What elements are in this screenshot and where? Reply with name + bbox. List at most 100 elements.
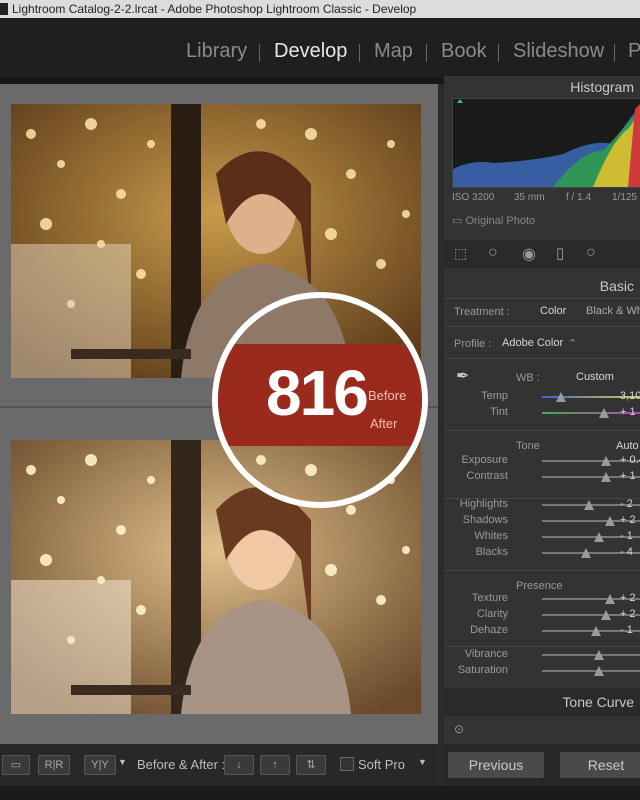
tone-curve-header[interactable]: Tone Curve [444,688,640,716]
slider-label-exposure: Exposure [461,454,508,466]
focal-length-readout: 35 mm [514,192,545,203]
slider-knob[interactable] [604,594,615,604]
slider-value-dehaze[interactable]: - 1 [620,624,633,636]
swap-before-after-button[interactable]: ⇅ [296,755,326,775]
module-picker: Library Develop Map Book Slideshow P [0,18,640,78]
original-photo-label: Original Photo [465,215,536,227]
module-book[interactable]: Book [441,40,487,63]
slider-label-blacks: Blacks [475,546,508,558]
slider-value-exposure[interactable]: + 0.4 [620,454,640,466]
viewer-toolbar: ▭ R|R Y|Y ▼ Before & After : ↓ ↑ ⇅ Soft … [0,744,438,786]
radial-filter-icon[interactable]: ○ [586,244,596,262]
previous-button[interactable]: Previous [448,752,544,778]
module-separator [426,44,427,62]
slider-label-temp: Temp [481,390,508,402]
slider-label-contrast: Contrast [466,470,508,482]
copy-after-to-before-button[interactable]: ↑ [260,755,290,775]
slider-knob[interactable] [601,610,612,620]
chevron-down-icon[interactable]: ▼ [418,757,427,767]
separator [444,646,640,647]
arrow-down-icon: ↓ [236,759,242,771]
treatment-color-option[interactable]: Color [540,305,566,317]
tool-strip: ⬚ ○ ◉ ▯ ○ [444,240,640,268]
slider-value-whites[interactable]: - 1 [620,530,633,542]
episode-number-badge: 816 Before After [212,292,428,508]
module-separator [498,44,499,62]
histogram [452,98,640,188]
auto-tone-button[interactable]: Auto [616,440,639,452]
graduated-filter-icon[interactable]: ▯ [556,244,564,262]
module-separator [614,44,615,62]
swap-icon: ⇅ [306,759,316,771]
slider-label-highlights: Highlights [459,498,508,510]
copy-before-to-after-button[interactable]: ↓ [224,755,254,775]
slider-value-blacks[interactable]: - 4 [620,546,633,558]
separator [444,298,640,299]
chevron-updown-icon[interactable]: ⌃ [568,337,577,350]
module-separator [259,44,260,62]
soft-proofing-checkbox[interactable] [340,757,354,771]
module-develop[interactable]: Develop [274,40,347,63]
slider-vibrance[interactable] [542,650,640,660]
slider-knob[interactable] [601,456,612,466]
slider-value-temp[interactable]: 3,10 [620,390,640,402]
separator [444,430,640,431]
shutter-readout: 1/125 [612,192,638,203]
treatment-bw-option[interactable]: Black & White [586,305,640,317]
target-adjust-icon[interactable]: ⊙ [454,722,464,736]
filmstrip-toggle-strip[interactable] [0,786,640,800]
reset-button[interactable]: Reset [560,752,640,778]
iso-readout: ISO 3200 [452,192,495,203]
slider-value-highlights[interactable]: - 2 [620,498,633,510]
slider-knob[interactable] [601,472,612,482]
separator [444,358,640,359]
slider-value-shadows[interactable]: + 2 [620,514,636,526]
slider-knob[interactable] [583,500,594,510]
aperture-readout: f / 1.4 [566,192,592,203]
crop-icon[interactable]: ⬚ [454,245,467,262]
original-photo-toggle[interactable]: ▭ Original Photo [452,214,535,227]
slider-label-saturation: Saturation [457,664,508,676]
before-label: Before [368,388,407,403]
slider-knob[interactable] [594,666,605,676]
treatment-label: Treatment : [454,306,510,318]
histogram-title[interactable]: Histogram [570,79,634,95]
slider-saturation[interactable] [542,666,640,676]
tone-curve-title: Tone Curve [562,694,634,710]
slider-label-clarity: Clarity [476,608,508,620]
module-map[interactable]: Map [374,40,413,63]
slider-knob[interactable] [599,408,610,418]
profile-dropdown[interactable]: Adobe Color [502,337,563,349]
separator [444,570,640,571]
wb-dropdown[interactable]: Custom [576,371,614,383]
slider-knob[interactable] [594,650,605,660]
module-separator [359,44,360,62]
spot-removal-icon[interactable]: ○ [488,244,498,262]
slider-knob[interactable] [594,532,605,542]
tone-label: Tone [516,440,540,452]
loupe-view-button[interactable]: ▭ [2,755,30,775]
slider-value-clarity[interactable]: + 2 [620,608,636,620]
slider-knob[interactable] [604,516,615,526]
eyedropper-icon[interactable]: ✒ [456,366,469,386]
before-after-split-button[interactable]: Y|Y [84,755,116,775]
slider-knob[interactable] [555,392,566,402]
chevron-down-icon[interactable]: ▼ [118,757,127,767]
wb-label: WB : [516,372,540,384]
slider-value-texture[interactable]: + 2 [620,592,636,604]
module-slideshow[interactable]: Slideshow [513,40,604,63]
slider-knob[interactable] [591,626,602,636]
slider-value-tint[interactable]: + 1 [620,406,636,418]
badge-number: 816 [266,357,369,429]
module-library[interactable]: Library [186,40,247,63]
soft-proofing-label: Soft Pro [358,757,405,772]
slider-knob[interactable] [580,548,591,558]
arrow-up-icon: ↑ [272,759,278,771]
module-print[interactable]: P [628,40,640,63]
basic-panel-title[interactable]: Basic [600,278,634,294]
before-after-mode-button[interactable]: R|R [38,755,70,775]
red-eye-icon[interactable]: ◉ [522,244,536,264]
slider-value-contrast[interactable]: + 1 [620,470,636,482]
slider-label-whites: Whites [474,530,508,542]
presence-label: Presence [516,580,563,592]
